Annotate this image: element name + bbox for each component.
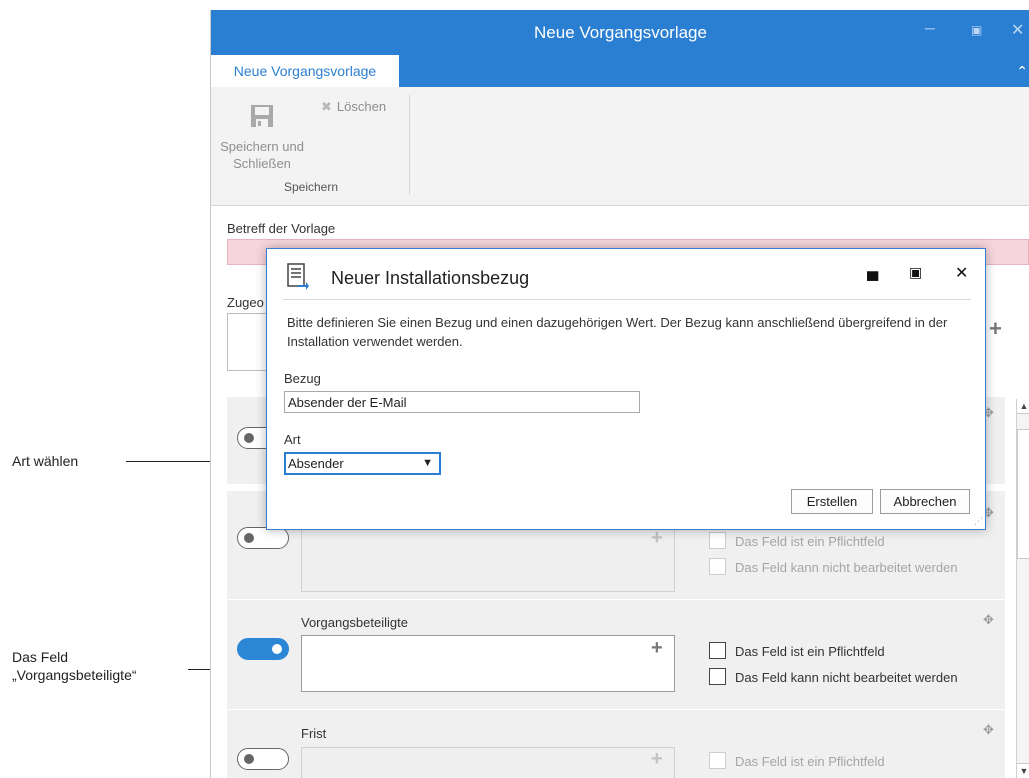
readonly-label: Das Feld kann nicht bearbeitet werden [735,560,958,575]
checkbox-box [709,532,726,549]
toggle-knob [244,433,254,443]
checkbox-box [709,752,726,769]
ribbon-separator [409,95,410,195]
window-title: Neue Vorgangsvorlage [534,23,707,42]
field-card-frist: Frist + Das Feld ist ein Pflichtfeld ✥ [227,710,1005,778]
annotation-feld-line2: „Vorgangsbeteiligte“ [12,667,137,683]
field-toggle[interactable] [237,748,289,770]
scroll-down-icon[interactable]: ▼ [1017,763,1029,778]
title-bar: Neue Vorgangsvorlage ─ ▣ ✕ [211,10,1029,55]
field-value-box[interactable] [301,635,675,692]
dialog-title: Neuer Installationsbezug [331,268,530,288]
add-value-icon[interactable]: + [651,527,663,550]
subject-label: Betreff der Vorlage [227,221,336,236]
dialog-maximize-icon[interactable]: ▣ [909,264,922,281]
art-select[interactable]: Absender ▼ [284,452,441,475]
readonly-checkbox[interactable]: Das Feld kann nicht bearbeitet werden [709,668,958,685]
dialog-separator [283,299,971,300]
dialog-close-icon[interactable]: ✕ [955,263,968,283]
annotation-art: Art wählen [12,453,79,469]
scroll-up-icon[interactable]: ▲ [1017,399,1029,414]
field-toggle[interactable] [237,638,289,660]
add-value-icon[interactable]: + [651,748,663,771]
cancel-button[interactable]: Abbrechen [880,489,970,514]
close-icon[interactable]: ✕ [1011,20,1024,40]
toggle-knob [244,754,254,764]
save-close-button[interactable]: Speichern und Schließen [217,103,307,172]
add-value-icon[interactable]: + [651,637,663,660]
art-select-value: Absender [288,456,344,471]
required-label: Das Feld ist ein Pflichtfeld [735,534,885,549]
required-checkbox[interactable]: Das Feld ist ein Pflichtfeld [709,532,885,549]
checkbox-box [709,558,726,575]
add-assigned-icon[interactable]: + [989,316,1002,342]
annotation-feld-line1: Das Feld [12,649,69,665]
move-icon[interactable]: ✥ [983,722,994,738]
required-label: Das Feld ist ein Pflichtfeld [735,644,885,659]
field-value-box[interactable] [301,747,675,778]
field-card-vorgangsbeteiligte: Vorgangsbeteiligte + Das Feld ist ein Pf… [227,600,1005,709]
checkbox-box [709,668,726,685]
maximize-icon[interactable]: ▣ [971,23,982,37]
delete-icon: ✖ [321,99,332,114]
create-button[interactable]: Erstellen [791,489,873,514]
field-toggle[interactable] [237,527,289,549]
toggle-knob [272,644,282,654]
dialog-description: Bitte definieren Sie einen Bezug und ein… [287,315,948,349]
scroll-thumb[interactable] [1017,429,1029,559]
art-label: Art [284,432,301,447]
field-label: Frist [301,726,327,741]
dropdown-arrow-icon: ▼ [422,457,433,469]
assigned-input[interactable] [227,313,267,371]
field-value-box[interactable] [301,525,675,592]
required-checkbox[interactable]: Das Feld ist ein Pflichtfeld [709,752,885,769]
collapse-ribbon-icon[interactable]: ⌃ [1016,63,1028,80]
save-close-label: Speichern und Schließen [220,139,304,171]
field-label: Vorgangsbeteiligte [301,615,408,630]
bezug-input[interactable]: Absender der E-Mail [284,391,640,413]
save-icon [251,105,273,127]
dialog-minimize-icon[interactable]: ▄ [867,263,878,281]
move-icon[interactable]: ✥ [983,612,994,628]
checkbox-box [709,642,726,659]
dialog-document-icon [287,263,309,290]
bezug-label: Bezug [284,371,321,386]
readonly-checkbox[interactable]: Das Feld kann nicht bearbeitet werden [709,558,958,575]
required-label: Das Feld ist ein Pflichtfeld [735,754,885,769]
required-checkbox[interactable]: Das Feld ist ein Pflichtfeld [709,642,885,659]
tab-bar: Neue Vorgangsvorlage ⌃ [211,55,1029,87]
readonly-label: Das Feld kann nicht bearbeitet werden [735,670,958,685]
minimize-icon[interactable]: ─ [925,20,935,36]
ribbon: Speichern und Schließen ✖ Löschen Speiche… [211,87,1029,206]
ribbon-group-label: Speichern [283,180,339,194]
new-installation-reference-dialog: Neuer Installationsbezug ▄ ▣ ✕ Bitte def… [266,248,986,530]
resize-grip-icon[interactable]: ⋰ [974,516,983,527]
assigned-label: Zugeo [227,295,264,310]
delete-button[interactable]: ✖ Löschen [321,99,386,115]
tab-neue-vorgangsvorlage[interactable]: Neue Vorgangsvorlage [211,55,399,87]
delete-label: Löschen [336,99,387,114]
scrollbar[interactable]: ▲ ▼ [1016,399,1029,778]
toggle-knob [244,533,254,543]
